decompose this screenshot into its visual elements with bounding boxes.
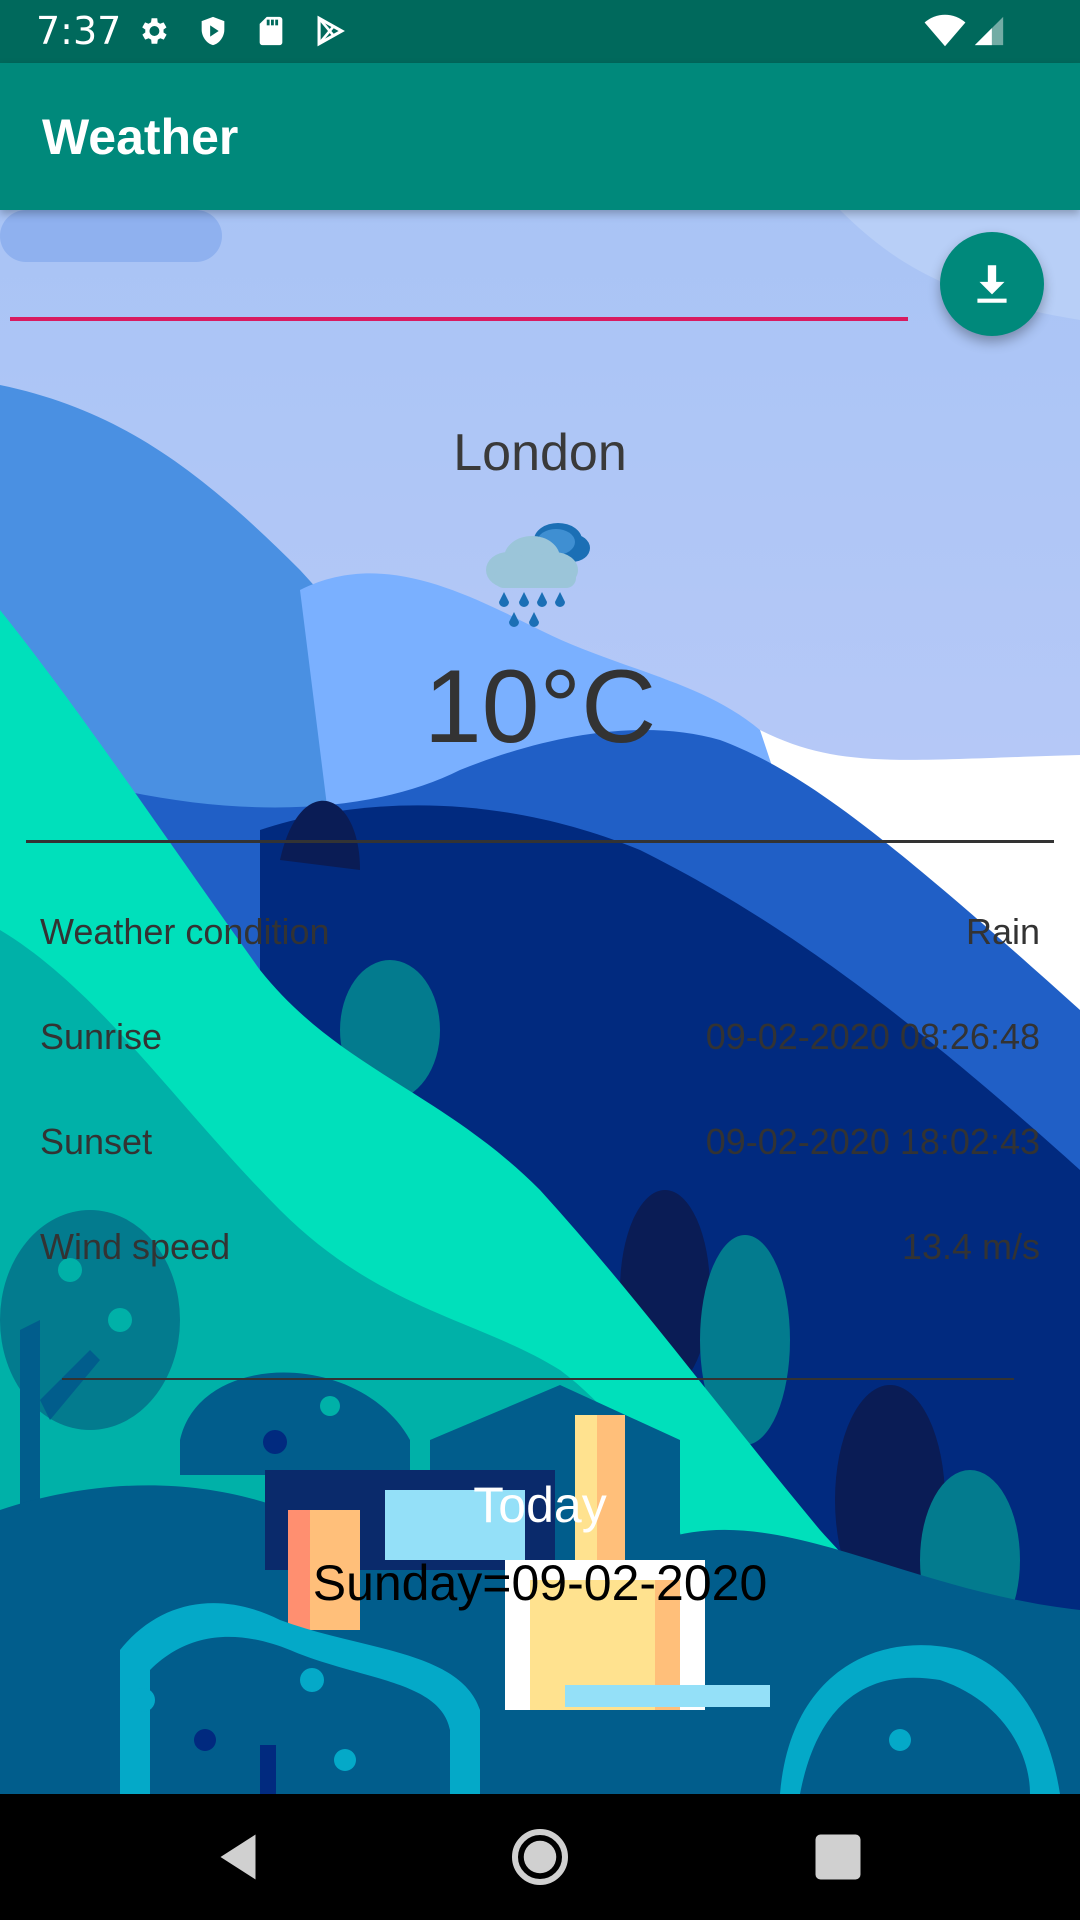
today-date: Sunday=09-02-2020 — [312, 1555, 768, 1611]
detail-value-sunrise: 09-02-2020 08:26:48 — [705, 1016, 1040, 1057]
detail-value-wind-speed: 13.4 m/s — [901, 1226, 1040, 1267]
home-icon[interactable] — [510, 1827, 570, 1887]
city-name: London — [453, 424, 627, 482]
screen: 7:37 Weather London 10°C Weather conditi… — [0, 0, 1080, 1920]
play-store-icon — [317, 15, 345, 47]
today-label: Today — [473, 1477, 607, 1533]
app-bar: Weather — [0, 63, 1080, 210]
navigation-bar — [0, 1794, 1080, 1920]
status-time: 7:37 — [36, 9, 122, 53]
app-title: Weather — [42, 109, 239, 165]
wifi-icon — [924, 14, 966, 47]
detail-value-condition: Rain — [965, 911, 1040, 952]
divider — [26, 840, 1054, 843]
signal-icon — [974, 16, 1004, 46]
status-bar: 7:37 — [0, 0, 1080, 63]
back-icon[interactable] — [208, 1827, 268, 1887]
rain-cloud-icon — [486, 523, 590, 627]
recents-icon[interactable] — [808, 1827, 868, 1887]
sd-card-icon — [259, 16, 283, 46]
detail-label-sunrise: Sunrise — [40, 1016, 163, 1057]
download-icon — [977, 265, 1007, 303]
temperature: 10°C — [423, 649, 657, 765]
city-search-input[interactable] — [10, 317, 908, 321]
download-button[interactable] — [940, 232, 1044, 336]
gear-icon — [142, 18, 167, 44]
divider — [62, 1378, 1014, 1380]
main-content: London 10°C Weather condition Rain Sunri… — [0, 210, 1080, 1794]
detail-label-condition: Weather condition — [40, 911, 330, 952]
detail-value-sunset: 09-02-2020 18:02:43 — [705, 1121, 1040, 1162]
detail-label-wind-speed: Wind speed — [40, 1226, 231, 1267]
detail-label-sunset: Sunset — [40, 1121, 153, 1162]
shield-icon — [201, 16, 225, 46]
